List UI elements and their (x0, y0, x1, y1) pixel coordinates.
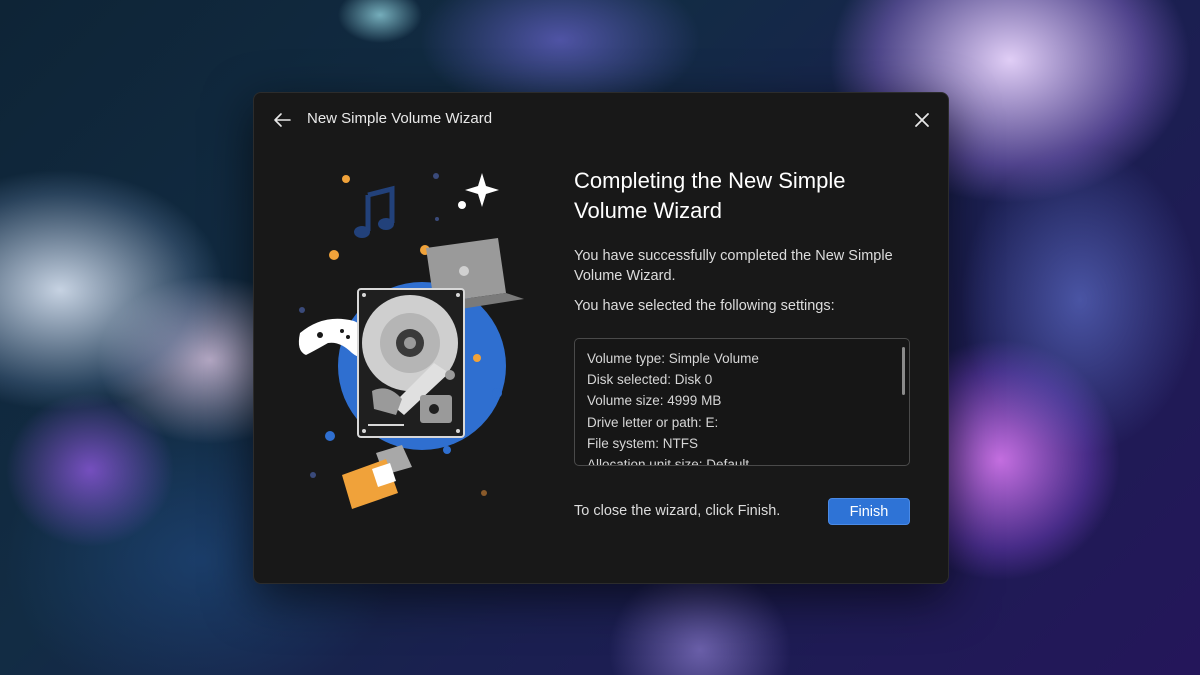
settings-list: Volume type: Simple Volume Disk selected… (587, 348, 759, 466)
page-heading: Completing the New Simple Volume Wizard (574, 168, 846, 223)
settings-item: Volume size: 4999 MB (587, 393, 722, 409)
settings-summary-box[interactable]: Volume type: Simple Volume Disk selected… (574, 338, 910, 466)
settings-item: Disk selected: Disk 0 (587, 372, 713, 388)
finish-button[interactable]: Finish (828, 498, 910, 525)
settings-item: Drive letter or path: E: (587, 414, 719, 430)
settings-item: Allocation unit size: Default (587, 457, 750, 466)
settings-item: Volume type: Simple Volume (587, 351, 759, 366)
arrow-left-icon (274, 113, 291, 127)
close-icon (915, 113, 929, 127)
music-note-icon (354, 185, 395, 238)
hard-drive-icon (357, 288, 465, 438)
settings-intro: You have selected the following settings… (574, 298, 835, 314)
scrollbar-thumb[interactable] (902, 347, 905, 395)
close-button[interactable] (908, 107, 936, 133)
gamepad-icon (298, 318, 367, 357)
settings-item: File system: NTFS (587, 435, 699, 451)
back-button[interactable] (268, 107, 296, 133)
close-instruction: To close the wizard, click Finish. (574, 503, 781, 519)
hard-drive-illustration (298, 173, 524, 509)
window-title: New Simple Volume Wizard (307, 110, 493, 127)
folder-icon (342, 445, 412, 509)
wizard-dialog: New Simple Volume Wizard Completing the … (253, 92, 949, 584)
success-message: You have successfully completed the New … (574, 248, 893, 284)
title-bar: New Simple Volume Wizard (254, 93, 948, 147)
